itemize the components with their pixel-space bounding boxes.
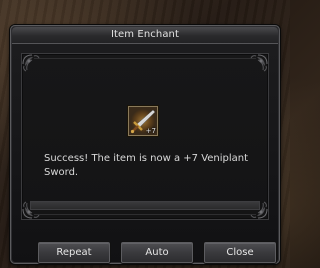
repeat-button[interactable]: Repeat bbox=[38, 242, 110, 263]
corner-ornament-icon bbox=[246, 52, 270, 76]
close-button[interactable]: Close bbox=[204, 242, 276, 263]
corner-ornament-icon bbox=[20, 52, 44, 76]
panel-divider-top bbox=[34, 58, 256, 59]
enchanted-item-slot[interactable]: +7 bbox=[128, 106, 158, 136]
item-enchant-dialog: Item Enchant +7 Success! The item is now… bbox=[10, 25, 280, 264]
enchant-result-message: Success! The item is now a +7 Veniplant … bbox=[44, 153, 249, 178]
enchant-progress-bar bbox=[30, 201, 260, 210]
enchant-progress-fill bbox=[31, 202, 259, 209]
enchant-level-badge: +7 bbox=[145, 127, 156, 135]
enchant-panel bbox=[21, 53, 269, 220]
auto-button[interactable]: Auto bbox=[121, 242, 193, 263]
panel-divider-bottom bbox=[34, 214, 256, 215]
dialog-titlebar[interactable]: Item Enchant bbox=[12, 27, 278, 44]
dialog-title: Item Enchant bbox=[110, 29, 180, 40]
